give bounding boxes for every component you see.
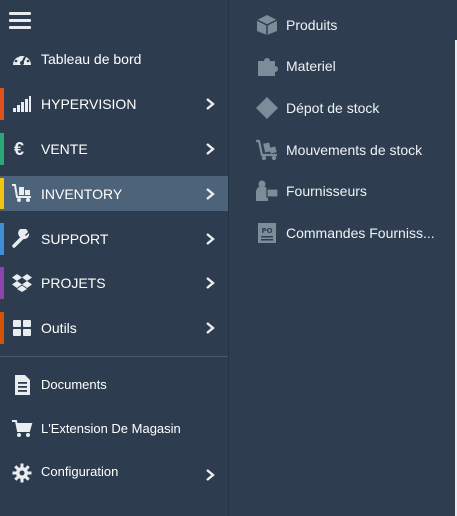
submenu-item-label: Mouvements de stock — [286, 142, 423, 158]
sidebar-item-label: HYPERVISION — [41, 96, 137, 112]
euro-icon: € — [13, 138, 24, 159]
chevron-right-icon — [206, 233, 215, 245]
submenu-item-mouvements-de-stock[interactable]: Mouvements de stock — [229, 132, 457, 168]
dashboard-icon — [11, 49, 33, 69]
grid-icon — [11, 318, 33, 338]
sidebar-item-configuration[interactable]: Configuration — [0, 454, 228, 492]
accent-bar — [0, 267, 4, 299]
chevron-right-icon — [206, 277, 215, 289]
sidebar-item-label: Outils — [41, 320, 77, 336]
submenu-item-label: Commandes Fourniss... — [286, 225, 435, 241]
sidebar-item-label: PROJETS — [41, 275, 106, 291]
cart-icon — [11, 419, 33, 439]
sidebar-item-label: INVENTORY — [41, 186, 123, 202]
sidebar-item-label: Configuration — [41, 464, 119, 479]
sidebar-item-label: VENTE — [41, 141, 88, 157]
diamond-icon — [254, 97, 280, 119]
chevron-right-icon — [206, 469, 215, 481]
submenu-item-label: Fournisseurs — [286, 183, 367, 199]
sidebar-item-label: Tableau de bord — [41, 51, 142, 67]
sidebar-item-projets[interactable]: PROJETS — [0, 264, 228, 302]
submenu-item-depot-de-stock[interactable]: Dépot de stock — [229, 90, 457, 126]
submenu-item-fournisseurs[interactable]: Fournisseurs — [229, 173, 457, 209]
wrench-icon — [11, 229, 33, 249]
submenu-item-label: Produits — [286, 17, 338, 33]
po-icon: PO — [254, 222, 280, 244]
sidebar-item-dashboard[interactable]: Tableau de bord — [0, 40, 228, 78]
submenu-item-label: Dépot de stock — [286, 100, 380, 116]
sidebar-item-documents[interactable]: Documents — [0, 366, 228, 404]
accent-bar — [0, 312, 4, 344]
puzzle-icon — [254, 55, 280, 77]
signal-bars-icon — [11, 94, 33, 114]
accent-bar — [0, 133, 4, 165]
submenu-item-produits[interactable]: Produits — [229, 7, 457, 43]
dolly-icon — [254, 139, 280, 161]
sidebar-item-label: L'Extension De Magasin — [41, 421, 181, 436]
accent-bar — [0, 223, 4, 255]
sidebar-item-outils[interactable]: Outils — [0, 309, 228, 347]
hamburger-menu-icon[interactable] — [9, 12, 31, 30]
submenu-item-materiel[interactable]: Materiel — [229, 48, 457, 84]
sidebar-item-hypervision[interactable]: HYPERVISION — [0, 85, 228, 123]
submenu-item-label: Materiel — [286, 58, 336, 74]
accent-bar — [0, 88, 4, 120]
sidebar-item-support[interactable]: SUPPORT — [0, 220, 228, 258]
supplier-icon — [254, 180, 280, 202]
chevron-right-icon — [206, 143, 215, 155]
sidebar-item-vente[interactable]: € VENTE — [0, 130, 228, 168]
box-icon — [254, 14, 280, 36]
dropbox-icon — [11, 273, 33, 293]
sidebar-item-label: SUPPORT — [41, 231, 109, 247]
sidebar-item-inventory[interactable]: INVENTORY — [0, 176, 228, 211]
dolly-icon — [11, 183, 33, 203]
chevron-right-icon — [206, 98, 215, 110]
svg-text:PO: PO — [261, 227, 272, 235]
sidebar-item-label: Documents — [41, 377, 107, 392]
submenu-item-commandes-fournisseurs[interactable]: PO Commandes Fourniss... — [229, 215, 457, 251]
menu-separator — [0, 356, 228, 357]
gear-icon — [11, 463, 33, 483]
document-icon — [11, 375, 33, 395]
sidebar-item-extension-magasin[interactable]: L'Extension De Magasin — [0, 410, 228, 448]
accent-bar — [0, 178, 4, 209]
chevron-right-icon — [206, 188, 215, 200]
chevron-right-icon — [206, 322, 215, 334]
